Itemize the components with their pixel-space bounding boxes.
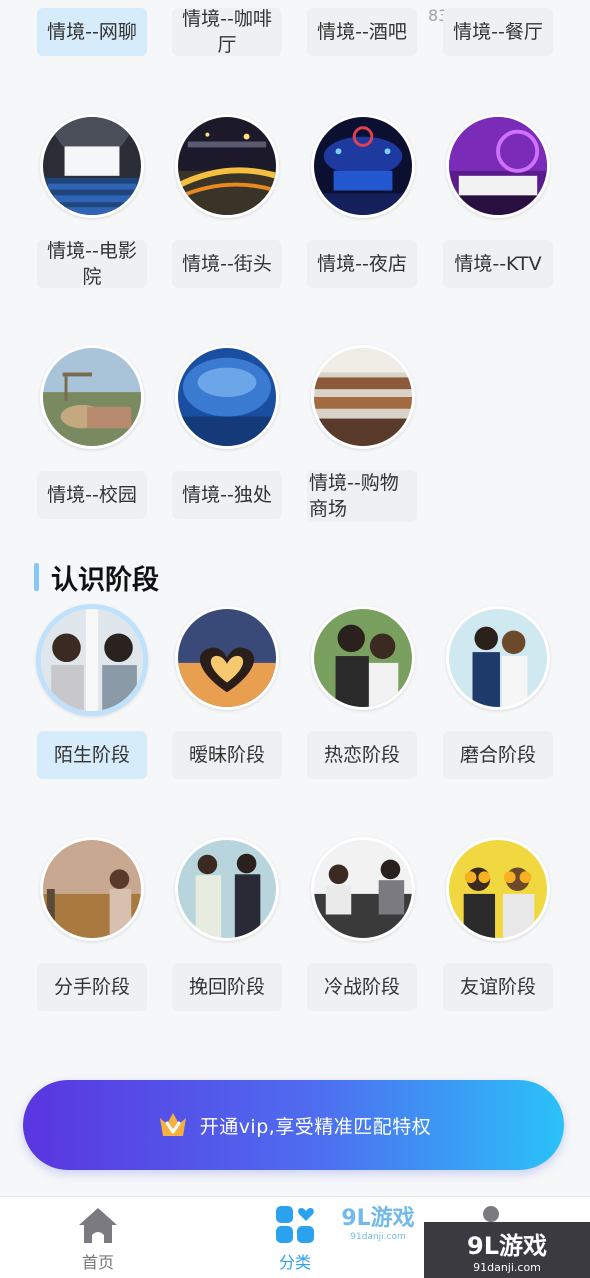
chip-label: 情境--咖啡厅 bbox=[182, 8, 272, 56]
chip-label: 情境--街头 bbox=[182, 253, 272, 275]
chip-label: 热恋阶段 bbox=[323, 744, 400, 766]
chip-label: 情境--校园 bbox=[47, 484, 137, 506]
breakup-photo[interactable] bbox=[40, 837, 144, 941]
category-page: 83 情境--网聊 情境--咖啡厅 情境--酒吧 情境--餐厅 情境--电影院 … bbox=[0, 0, 590, 1278]
section-accent-bar bbox=[34, 563, 39, 591]
stage-chip-strangers[interactable]: 陌生阶段 bbox=[37, 731, 147, 779]
cold-war-photo[interactable] bbox=[311, 837, 415, 941]
chip-label: 分手阶段 bbox=[53, 976, 130, 998]
scenario-chip-campus[interactable]: 情境--校园 bbox=[37, 471, 147, 519]
tab-home[interactable]: 首页 bbox=[53, 1205, 143, 1273]
tab-category-label: 分类 bbox=[278, 1253, 311, 1272]
heart-hands-photo[interactable] bbox=[175, 606, 279, 710]
chip-label: 友谊阶段 bbox=[459, 976, 536, 998]
vip-banner-text: 开通vip,享受精准匹配特权 bbox=[199, 1115, 432, 1138]
scenario-chip-alone[interactable]: 情境--独处 bbox=[172, 471, 282, 519]
watermark-small: 9L游戏 91danji.com bbox=[330, 1200, 426, 1242]
passionate-love-photo[interactable] bbox=[311, 606, 415, 710]
chip-label: 情境--KTV bbox=[454, 253, 542, 275]
scenario-chip-cafe[interactable]: 情境--咖啡厅 bbox=[172, 8, 282, 56]
section-title-text: 认识阶段 bbox=[51, 564, 159, 596]
chip-label: 情境--购物商场 bbox=[309, 472, 399, 520]
cinema-photo[interactable] bbox=[40, 114, 144, 218]
tab-home-label: 首页 bbox=[81, 1253, 114, 1272]
watermark-main-text: 9L游戏 bbox=[467, 1232, 547, 1260]
scenario-chip-ktv[interactable]: 情境--KTV bbox=[443, 240, 553, 288]
street-photo[interactable] bbox=[175, 114, 279, 218]
campus-photo[interactable] bbox=[40, 345, 144, 449]
recovery-photo[interactable] bbox=[175, 837, 279, 941]
category-grid-icon bbox=[276, 1206, 314, 1243]
section-title: 认识阶段 bbox=[34, 560, 159, 596]
adjustment-photo[interactable] bbox=[446, 606, 550, 710]
watermark-small-domain: 91danji.com bbox=[350, 1232, 406, 1242]
crown-v-icon bbox=[159, 1113, 186, 1136]
chip-label: 磨合阶段 bbox=[459, 744, 536, 766]
chip-label: 情境--独处 bbox=[182, 484, 272, 506]
chip-label: 情境--网聊 bbox=[47, 21, 137, 43]
mall-photo[interactable] bbox=[311, 345, 415, 449]
alone-photo[interactable] bbox=[175, 345, 279, 449]
stage-chip-passionate[interactable]: 热恋阶段 bbox=[307, 731, 417, 779]
scenario-chip-online-chat[interactable]: 情境--网聊 bbox=[37, 8, 147, 56]
chip-label: 暧昧阶段 bbox=[188, 744, 265, 766]
scenario-chip-mall[interactable]: 情境--购物商场 bbox=[307, 470, 417, 522]
stage-chip-recovery[interactable]: 挽回阶段 bbox=[172, 963, 282, 1011]
stage-chip-friendship[interactable]: 友谊阶段 bbox=[443, 963, 553, 1011]
chip-label: 情境--夜店 bbox=[317, 253, 407, 275]
ktv-photo[interactable] bbox=[446, 114, 550, 218]
chip-label: 情境--酒吧 bbox=[317, 21, 407, 43]
stage-chip-breakup[interactable]: 分手阶段 bbox=[37, 963, 147, 1011]
nightclub-photo[interactable] bbox=[311, 114, 415, 218]
stage-chip-adjustment[interactable]: 磨合阶段 bbox=[443, 731, 553, 779]
scenario-chip-restaurant[interactable]: 情境--餐厅 bbox=[443, 8, 553, 56]
watermark-logo: 9L游戏 91danji.com bbox=[424, 1222, 590, 1278]
chip-label: 陌生阶段 bbox=[53, 744, 130, 766]
tab-category[interactable]: 分类 bbox=[250, 1205, 340, 1273]
vip-banner-button[interactable]: 开通vip,享受精准匹配特权 bbox=[23, 1080, 564, 1170]
scenario-chip-bar[interactable]: 情境--酒吧 bbox=[307, 8, 417, 56]
chip-label: 冷战阶段 bbox=[323, 976, 400, 998]
scenario-chip-nightclub[interactable]: 情境--夜店 bbox=[307, 240, 417, 288]
chip-label: 情境--电影院 bbox=[47, 240, 137, 288]
scenario-chip-cinema[interactable]: 情境--电影院 bbox=[37, 240, 147, 288]
scenario-chip-street[interactable]: 情境--街头 bbox=[172, 240, 282, 288]
chip-label: 情境--餐厅 bbox=[453, 21, 543, 43]
stage-chip-ambiguous[interactable]: 暧昧阶段 bbox=[172, 731, 282, 779]
watermark-small-text: 9L游戏 bbox=[341, 1206, 415, 1231]
stage-chip-cold-war[interactable]: 冷战阶段 bbox=[307, 963, 417, 1011]
friendship-photo[interactable] bbox=[446, 837, 550, 941]
chip-label: 挽回阶段 bbox=[188, 976, 265, 998]
watermark-domain: 91danji.com bbox=[473, 1261, 541, 1274]
home-icon bbox=[79, 1208, 117, 1243]
strangers-photo[interactable] bbox=[36, 604, 148, 716]
